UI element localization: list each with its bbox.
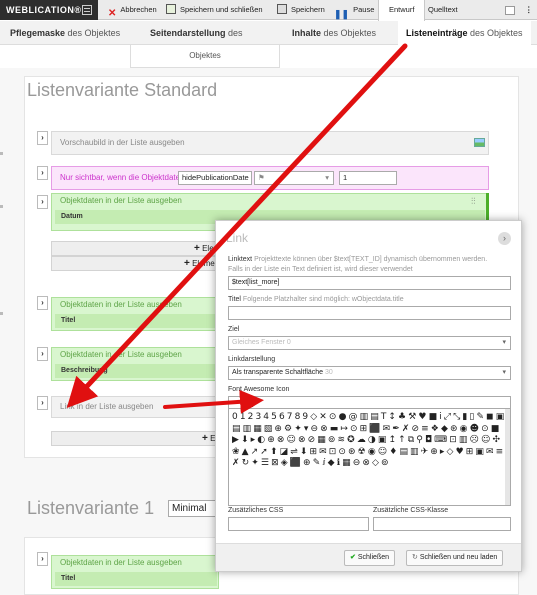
- arrow-to-link-row: [66, 43, 408, 408]
- arrow-to-fa-icon: [163, 389, 264, 414]
- annotation-arrows: [66, 43, 408, 414]
